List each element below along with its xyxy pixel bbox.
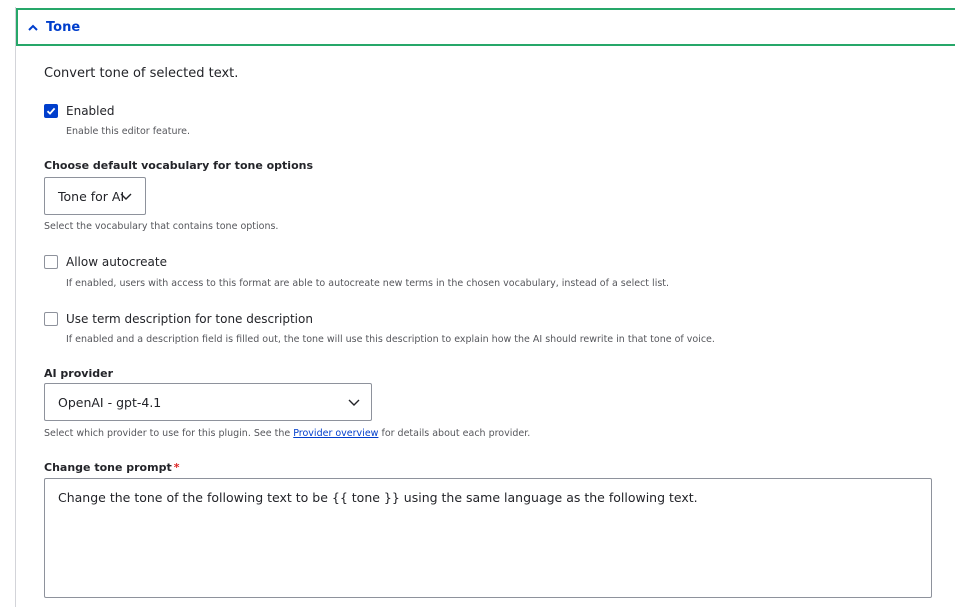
provider-selected-value: OpenAI - gpt-4.1	[58, 394, 162, 410]
enabled-help: Enable this editor feature.	[66, 126, 191, 137]
required-marker: *	[173, 461, 180, 474]
term-description-checkbox[interactable]	[44, 312, 58, 326]
tone-section-toggle[interactable]: Tone	[16, 8, 955, 46]
chevron-up-icon	[26, 20, 40, 34]
provider-select[interactable]: OpenAI - gpt-4.1	[44, 383, 372, 421]
provider-help: Select which provider to use for this pl…	[44, 428, 530, 439]
autocreate-label: Allow autocreate	[66, 255, 167, 269]
section-title: Tone	[46, 19, 81, 35]
vocabulary-help: Select the vocabulary that contains tone…	[44, 221, 279, 232]
term-description-help: If enabled and a description field is fi…	[66, 334, 715, 345]
enabled-checkbox-row[interactable]: Enabled	[44, 104, 115, 118]
provider-help-text-after: for details about each provider.	[381, 428, 531, 439]
prompt-textarea[interactable]: Change the tone of the following text to…	[44, 478, 932, 598]
term-description-label: Use term description for tone descriptio…	[66, 312, 313, 326]
chevron-down-icon	[348, 399, 360, 406]
term-description-checkbox-row[interactable]: Use term description for tone descriptio…	[44, 312, 313, 326]
enabled-label: Enabled	[66, 104, 115, 118]
checkmark-icon	[46, 107, 56, 115]
autocreate-checkbox[interactable]	[44, 255, 58, 269]
enabled-checkbox[interactable]	[44, 104, 58, 118]
vocabulary-selected-value: Tone for AI	[58, 188, 125, 204]
chevron-down-icon	[120, 193, 132, 200]
provider-overview-link[interactable]: Provider overview	[293, 428, 378, 439]
prompt-label-text: Change tone prompt	[44, 461, 172, 474]
autocreate-help: If enabled, users with access to this fo…	[66, 278, 670, 289]
provider-help-text: Select which provider to use for this pl…	[44, 428, 291, 439]
prompt-label: Change tone prompt *	[44, 461, 179, 474]
section-description: Convert tone of selected text.	[44, 66, 239, 81]
provider-label: AI provider	[44, 367, 113, 380]
autocreate-checkbox-row[interactable]: Allow autocreate	[44, 255, 167, 269]
vocabulary-select[interactable]: Tone for AI	[44, 177, 146, 215]
vocabulary-label: Choose default vocabulary for tone optio…	[44, 159, 314, 172]
